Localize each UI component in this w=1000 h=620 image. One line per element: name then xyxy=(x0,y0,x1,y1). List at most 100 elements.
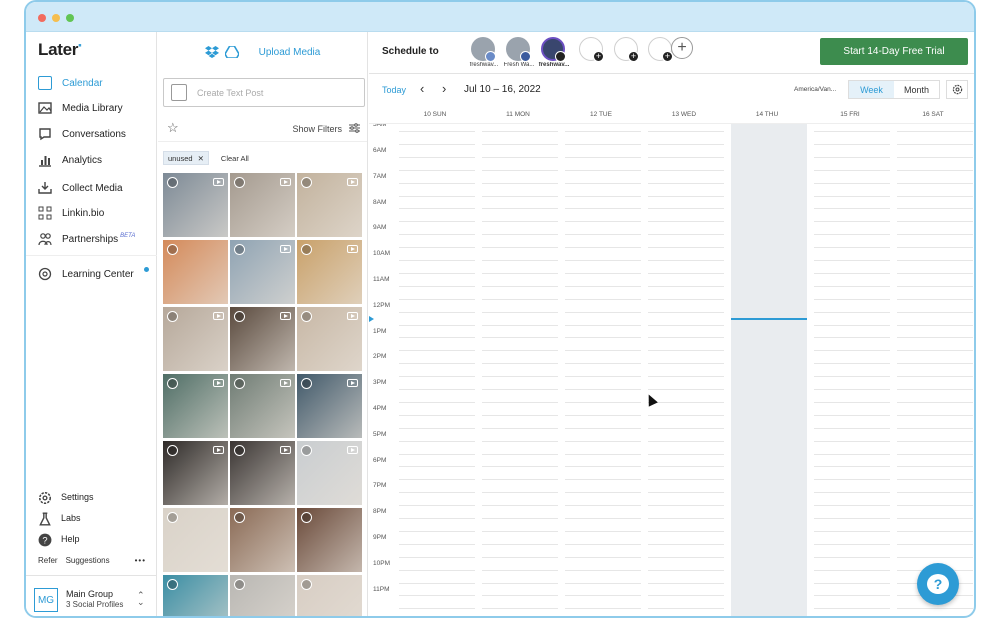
media-tile[interactable] xyxy=(230,508,295,572)
media-tile[interactable] xyxy=(230,441,295,505)
select-checkbox-icon[interactable] xyxy=(301,244,312,255)
add-profile-button[interactable]: + xyxy=(671,37,693,59)
media-tile[interactable] xyxy=(297,575,362,616)
select-checkbox-icon[interactable] xyxy=(167,378,178,389)
today-button[interactable]: Today xyxy=(382,85,406,95)
group-switcher[interactable]: MG Main Group 3 Social Profiles ⌃ ⌄ xyxy=(26,575,157,616)
select-checkbox-icon[interactable] xyxy=(167,579,178,590)
refer-row: Refer Suggestions ••• xyxy=(38,556,146,565)
help-chat-button[interactable]: ? xyxy=(917,563,959,605)
media-tile[interactable] xyxy=(163,508,228,572)
select-checkbox-icon[interactable] xyxy=(167,512,178,523)
media-tile[interactable] xyxy=(163,441,228,505)
sidebar-item-media-library[interactable]: Media Library xyxy=(38,99,123,117)
media-tile[interactable] xyxy=(297,441,362,505)
time-slot-line xyxy=(399,272,475,274)
month-view-button[interactable]: Month xyxy=(894,81,939,98)
sidebar-item-analytics[interactable]: Analytics xyxy=(38,151,102,169)
time-slot-line xyxy=(814,324,890,326)
media-tile[interactable] xyxy=(163,173,228,237)
google-drive-icon[interactable] xyxy=(224,46,239,58)
sidebar-item-linkin-bio[interactable]: Linkin.bio xyxy=(38,204,104,222)
refer-link[interactable]: Refer xyxy=(38,556,58,565)
add-twitter-profile[interactable]: + xyxy=(608,37,644,73)
select-checkbox-icon[interactable] xyxy=(234,512,245,523)
maximize-window-button[interactable] xyxy=(66,14,74,22)
later-logo[interactable]: Later▪ xyxy=(38,40,82,60)
day-header: 11 MON xyxy=(506,111,530,118)
week-view-button[interactable]: Week xyxy=(849,81,894,98)
media-tile[interactable] xyxy=(163,240,228,304)
help-circle-icon: ? xyxy=(38,533,52,547)
dropbox-icon[interactable] xyxy=(204,46,219,58)
select-checkbox-icon[interactable] xyxy=(234,244,245,255)
select-checkbox-icon[interactable] xyxy=(301,311,312,322)
select-checkbox-icon[interactable] xyxy=(234,311,245,322)
select-checkbox-icon[interactable] xyxy=(234,177,245,188)
help-link[interactable]: ? Help xyxy=(38,531,80,547)
profile-facebook[interactable]: Fresh Wa... xyxy=(500,37,536,73)
profile-instagram[interactable]: freshwav... xyxy=(465,37,501,73)
start-trial-button[interactable]: Start 14-Day Free Trial xyxy=(820,38,968,65)
minimize-window-button[interactable] xyxy=(52,14,60,22)
create-text-post-button[interactable]: Create Text Post xyxy=(163,78,365,107)
show-filters-button[interactable]: Show Filters xyxy=(292,124,342,134)
media-tile[interactable] xyxy=(297,173,362,237)
time-slot-line xyxy=(814,285,890,287)
media-tile[interactable] xyxy=(230,575,295,616)
select-checkbox-icon[interactable] xyxy=(301,177,312,188)
star-icon[interactable]: ☆ xyxy=(167,120,179,136)
media-tile[interactable] xyxy=(230,307,295,371)
media-tile[interactable] xyxy=(297,508,362,572)
schedule-to-label: Schedule to xyxy=(382,46,439,57)
select-checkbox-icon[interactable] xyxy=(167,177,178,188)
timezone-selector[interactable]: America/Van... xyxy=(794,86,836,93)
select-checkbox-icon[interactable] xyxy=(301,579,312,590)
filter-tag[interactable]: unused ✕ xyxy=(163,151,209,165)
close-icon[interactable]: ✕ xyxy=(198,154,204,163)
add-pinterest-profile[interactable]: + xyxy=(573,37,609,73)
time-slot-line xyxy=(565,363,641,365)
select-checkbox-icon[interactable] xyxy=(301,445,312,456)
sidebar-item-conversations[interactable]: Conversations xyxy=(38,125,126,143)
select-checkbox-icon[interactable] xyxy=(234,579,245,590)
select-checkbox-icon[interactable] xyxy=(234,445,245,456)
select-checkbox-icon[interactable] xyxy=(167,311,178,322)
time-slot-line xyxy=(897,414,973,416)
time-slot-line xyxy=(565,466,641,468)
suggestions-link[interactable]: Suggestions xyxy=(66,556,110,565)
chevron-left-icon[interactable]: ‹ xyxy=(420,81,424,96)
clear-all-button[interactable]: Clear All xyxy=(221,154,249,163)
labs-link[interactable]: Labs xyxy=(38,510,81,526)
sidebar-item-learning-center[interactable]: Learning Center xyxy=(38,265,134,283)
sidebar-item-calendar[interactable]: Calendar xyxy=(38,74,103,92)
close-window-button[interactable] xyxy=(38,14,46,22)
upload-media-row[interactable]: Upload Media xyxy=(158,32,367,72)
select-checkbox-icon[interactable] xyxy=(301,512,312,523)
media-tile[interactable] xyxy=(163,307,228,371)
select-checkbox-icon[interactable] xyxy=(301,378,312,389)
media-tile[interactable] xyxy=(297,240,362,304)
sidebar-item-partnerships[interactable]: Partnerships BETA xyxy=(38,230,135,248)
sidebar-item-collect-media[interactable]: Collect Media xyxy=(38,179,123,197)
media-tile[interactable] xyxy=(297,307,362,371)
media-tile[interactable] xyxy=(230,240,295,304)
settings-link[interactable]: Settings xyxy=(38,489,94,505)
title-bar xyxy=(26,2,974,32)
more-menu-icon[interactable]: ••• xyxy=(135,556,146,565)
calendar-settings-button[interactable] xyxy=(946,80,968,99)
media-tile[interactable] xyxy=(230,374,295,438)
sliders-icon[interactable] xyxy=(349,123,360,133)
media-tile[interactable] xyxy=(163,374,228,438)
media-tile[interactable] xyxy=(230,173,295,237)
upload-media-label[interactable]: Upload Media xyxy=(259,47,321,58)
select-checkbox-icon[interactable] xyxy=(167,445,178,456)
media-tile[interactable] xyxy=(163,575,228,616)
select-checkbox-icon[interactable] xyxy=(167,244,178,255)
week-grid[interactable]: 5AM 6AM 7AM 8AM 9AM 10AM 11AM 12PM 1PM 2PM 3PM 4PM 5… xyxy=(369,124,974,616)
sidebar-item-label: Analytics xyxy=(62,154,103,166)
chevron-right-icon[interactable]: › xyxy=(442,81,446,96)
select-checkbox-icon[interactable] xyxy=(234,378,245,389)
media-tile[interactable] xyxy=(297,374,362,438)
profile-tiktok[interactable]: freshwav... xyxy=(535,37,571,73)
